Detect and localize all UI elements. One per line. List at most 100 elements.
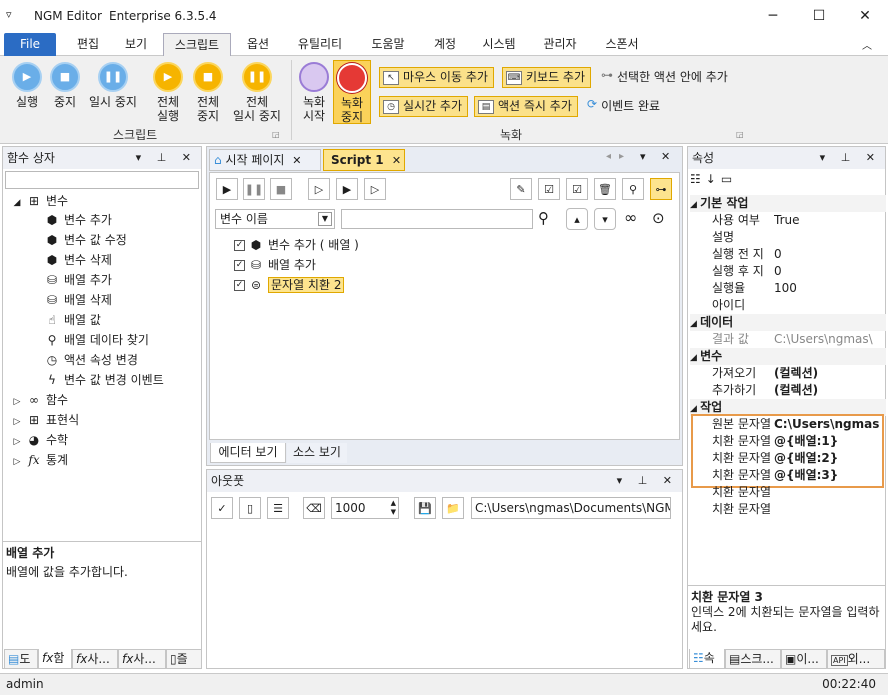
save-icon[interactable]: 💾 [414, 497, 436, 519]
file-menu[interactable]: File [4, 33, 56, 56]
tree-item-delete-array[interactable]: ⛁ 배열 삭제 [44, 291, 112, 309]
menu-help[interactable]: 도움말 [360, 33, 416, 56]
record-start-button[interactable]: 녹화 시작 [296, 62, 332, 123]
step-play-icon[interactable]: ▷ [308, 178, 330, 200]
pause-icon[interactable]: ❚❚ [243, 178, 265, 200]
add-mouse-move-button[interactable]: ↖ 마우스 이동 추가 [379, 67, 494, 88]
dialog-launcher-icon[interactable]: ◲ [272, 130, 280, 139]
move-up-icon[interactable]: ▴ [566, 208, 588, 230]
tab-start-page[interactable]: ⌂ 시작 페이지 ✕ [209, 149, 321, 171]
tab-right-1[interactable]: ☷속 [689, 649, 725, 669]
tree-variables[interactable]: ◢ ⊞ 변수 [12, 192, 69, 210]
run-all-button[interactable]: ▶ 전체 실행 [148, 62, 188, 123]
new-log-icon[interactable]: ▯ [239, 497, 261, 519]
maximize-icon[interactable]: ☐ [796, 0, 842, 32]
checkbox-icon[interactable]: ✓ [234, 240, 245, 251]
tab-editor-view[interactable]: 에디터 보기 [210, 443, 286, 463]
system-menu-icon[interactable]: ▿ [6, 8, 12, 21]
prop-row[interactable]: 치환 문자열 @{배열:3} [708, 467, 886, 484]
tree-expression[interactable]: ▷ ⊞ 표현식 [12, 411, 80, 429]
prop-row[interactable]: 추가하기 (컬렉션) [708, 382, 886, 399]
tab-left-4[interactable]: fx사... [118, 649, 166, 669]
clear-mark-icon[interactable]: ✓ [211, 497, 233, 519]
event-done-button[interactable]: ⟳ 이벤트 완료 [587, 97, 660, 114]
prop-row[interactable]: 실행 전 지0 [708, 246, 886, 263]
prop-row[interactable]: 결과 값 C:\Users\ngmas\ [708, 331, 886, 348]
action-row-selected[interactable]: ✓ ⊜ 문자열 치환 2 [234, 276, 345, 294]
menu-admin[interactable]: 관리자 [532, 33, 588, 56]
prop-row[interactable]: 실행 후 지0 [708, 263, 886, 280]
search-icon[interactable]: ⚲ [538, 209, 549, 227]
prop-row[interactable]: 실행율 100 [708, 280, 886, 297]
tree-math[interactable]: ▷ ◕ 수학 [12, 431, 69, 449]
infinity-icon[interactable]: ∞ [624, 208, 637, 227]
prop-category-variable[interactable]: ◢ 변수 [690, 348, 886, 365]
tab-left-3[interactable]: fx사... [72, 649, 118, 669]
categorized-icon[interactable]: ☷ [690, 172, 706, 186]
delete-icon[interactable]: 🗑 [594, 178, 616, 200]
tree-item-edit-variable[interactable]: ⬢ 변수 값 수정 [44, 231, 127, 249]
instant-add-button[interactable]: ▤ 액션 즉시 추가 [474, 96, 578, 117]
more-icon[interactable]: ⊙ [652, 209, 665, 227]
menu-options[interactable]: 옵션 [236, 33, 280, 56]
tab-left-2[interactable]: fx함 [38, 649, 72, 669]
tree-item-add-variable[interactable]: ⬢ 변수 추가 [44, 211, 112, 229]
pause-button[interactable]: ❚❚ 일시 중지 [84, 62, 142, 109]
stop-button[interactable]: ■ 중지 [46, 62, 84, 109]
pause-all-button[interactable]: ❚❚ 전체 일시 중지 [228, 62, 286, 123]
prop-row[interactable]: 치환 문자열 @{배열:2} [708, 450, 886, 467]
function-search-input[interactable] [5, 171, 199, 189]
menu-script[interactable]: 스크립트 [163, 33, 231, 56]
output-path-field[interactable]: C:\Users\ngmas\Documents\NGM6\ [471, 497, 671, 519]
prop-row[interactable]: 치환 문자열 @{배열:1} [708, 433, 886, 450]
tab-left-1[interactable]: ▤도 [4, 649, 38, 669]
record-stop-button[interactable]: 녹화 중지 [333, 60, 371, 124]
filter-input[interactable] [341, 209, 533, 229]
stop-icon[interactable]: ■ [270, 178, 292, 200]
filter-select[interactable]: 변수 이름 ▼ [215, 209, 335, 229]
tab-right-2[interactable]: ▤스크... [725, 649, 781, 669]
list-icon[interactable]: ☰ [267, 497, 289, 519]
checkbox-icon[interactable]: ✓ [234, 260, 245, 271]
panel-controls-icon[interactable]: ▾ ⊥ ✕ [820, 147, 881, 169]
play-selected-icon[interactable]: ▶ [336, 178, 358, 200]
prop-row[interactable]: 치환 문자열 [708, 501, 886, 518]
panel-controls-icon[interactable]: ▾ ✕ [640, 150, 676, 163]
action-row[interactable]: ✓ ⛁ 배열 추가 [234, 256, 316, 274]
collapse-ribbon-icon[interactable]: ︿ [862, 37, 872, 52]
tree-function[interactable]: ▷ ∞ 함수 [12, 391, 69, 409]
panel-controls-icon[interactable]: ▾ ⊥ ✕ [617, 470, 678, 492]
edit-icon[interactable]: ✎ [510, 178, 532, 200]
sort-icon[interactable]: ↓ [706, 172, 721, 186]
tree-item-add-array[interactable]: ⛁ 배열 추가 [44, 271, 112, 289]
log-limit-input[interactable]: 1000 ▲ ▼ [331, 497, 399, 519]
move-down-icon[interactable]: ▾ [594, 208, 616, 230]
menu-view[interactable]: 보기 [114, 33, 158, 56]
tree-item-variable-change-event[interactable]: ϟ 변수 값 변경 이벤트 [44, 371, 164, 389]
dialog-launcher-icon[interactable]: ◲ [736, 130, 744, 139]
tab-scroll-icon[interactable]: ◂▸ [606, 151, 632, 162]
close-icon[interactable]: ✕ [292, 154, 301, 167]
prop-row[interactable]: 치환 문자열 [708, 484, 886, 501]
menu-account[interactable]: 계정 [423, 33, 467, 56]
menu-sponsor[interactable]: 스폰서 [594, 33, 650, 56]
eraser-icon[interactable]: ⌫ [303, 497, 325, 519]
prop-row[interactable]: 가져오기 (컬렉션) [708, 365, 886, 382]
tree-view-icon[interactable]: ⊶ [650, 178, 672, 200]
tree-item-change-action-property[interactable]: ◷ 액션 속성 변경 [44, 351, 138, 369]
prop-row[interactable]: 아이디 [708, 297, 886, 314]
menu-edit[interactable]: 편집 [66, 33, 110, 56]
close-icon[interactable]: ✕ [842, 0, 888, 32]
menu-system[interactable]: 시스템 [473, 33, 525, 56]
prop-category-data[interactable]: ◢ 데이터 [690, 314, 886, 331]
menu-utility[interactable]: 유틸리티 [288, 33, 352, 56]
spinner-icon[interactable]: ▲ ▼ [391, 499, 396, 517]
folder-icon[interactable]: 📁 [442, 497, 464, 519]
close-icon[interactable]: ✕ [392, 154, 401, 167]
action-row[interactable]: ✓ ⬢ 변수 추가 ( 배열 ) [234, 236, 359, 254]
panel-controls-icon[interactable]: ▾ ⊥ ✕ [136, 147, 197, 169]
checkbox-icon[interactable]: ✓ [234, 280, 245, 291]
tree-item-array-value[interactable]: ☝ 배열 값 [44, 311, 101, 329]
add-keyboard-button[interactable]: ⌨ 키보드 추가 [502, 67, 592, 88]
play-from-icon[interactable]: ▷ [364, 178, 386, 200]
